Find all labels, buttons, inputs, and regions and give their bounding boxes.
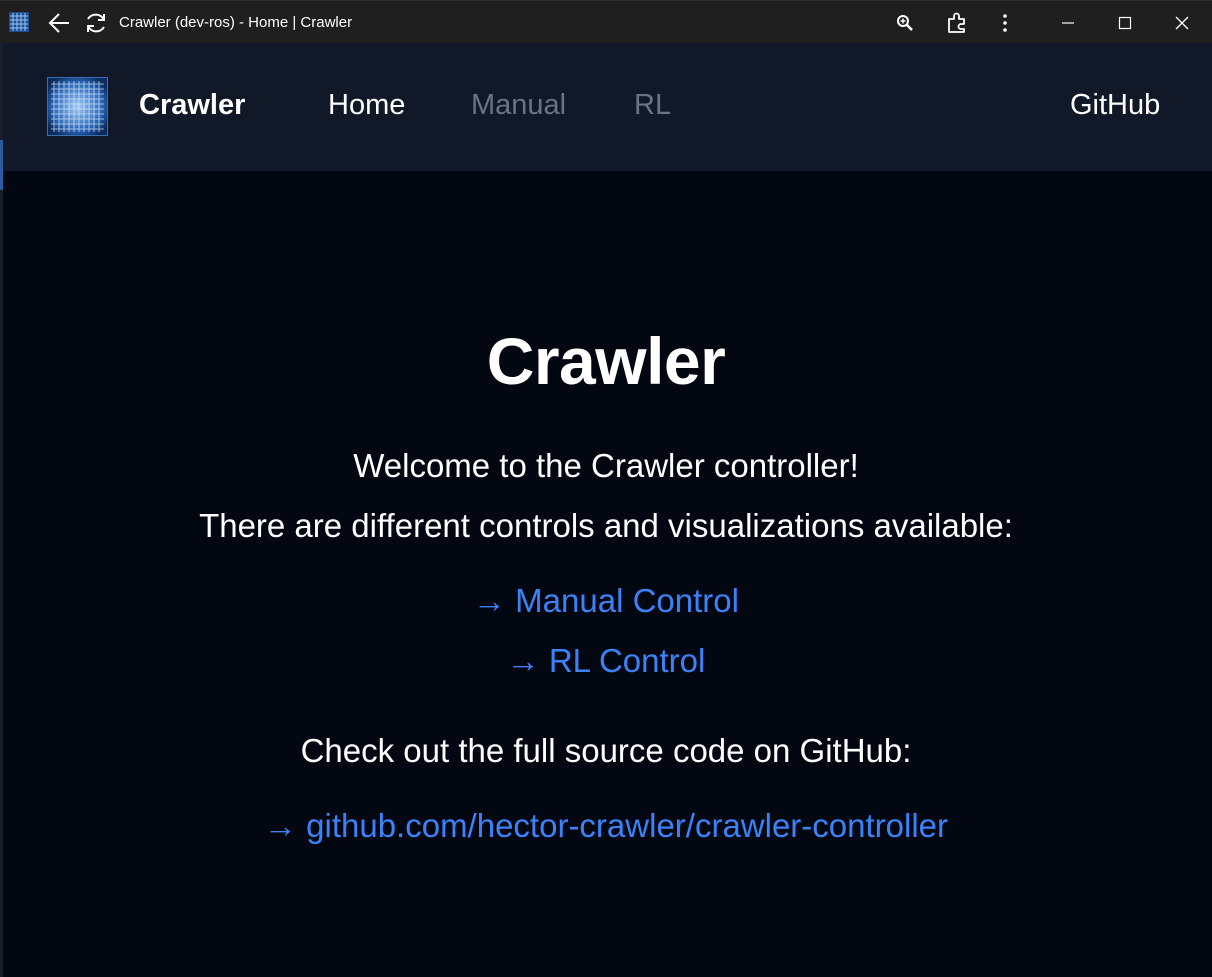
extensions-icon[interactable] [945,11,969,35]
zoom-icon[interactable] [895,13,915,33]
page-title: Crawler [486,324,726,398]
source-code-text: Check out the full source code on GitHub… [300,732,912,769]
manual-control-link-row: → Manual Control [0,582,1212,620]
navbar-brand[interactable]: Crawler [139,89,245,122]
main-content [3,171,1212,977]
github-repo-link[interactable]: → github.com/hector-crawler/crawler-cont… [264,807,948,844]
nav-link-rl[interactable]: RL [634,89,671,122]
nav-link-home[interactable]: Home [328,89,405,122]
nav-link-manual[interactable]: Manual [471,89,566,122]
welcome-text: Welcome to the Crawler controller! [353,447,859,484]
crawler-logo-icon[interactable] [47,77,108,136]
window-title: Crawler (dev-ros) - Home | Crawler [119,14,353,31]
nav-link-github[interactable]: GitHub [1070,89,1160,122]
back-arrow-icon[interactable] [47,11,73,35]
maximize-icon[interactable] [1113,11,1137,35]
controls-intro-text: There are different controls and visuali… [199,507,1013,544]
rl-control-link[interactable]: → RL Control [507,642,706,679]
rl-control-link-row: → RL Control [0,642,1212,680]
window-titlebar: Crawler (dev-ros) - Home | Crawler [0,0,1212,43]
close-icon[interactable] [1170,11,1194,35]
reload-icon[interactable] [83,11,109,35]
minimize-icon[interactable] [1056,11,1080,35]
github-repo-link-row: → github.com/hector-crawler/crawler-cont… [0,807,1212,845]
more-vertical-icon[interactable] [995,12,1015,34]
app-grid-icon [9,12,29,32]
manual-control-link[interactable]: → Manual Control [473,582,739,619]
